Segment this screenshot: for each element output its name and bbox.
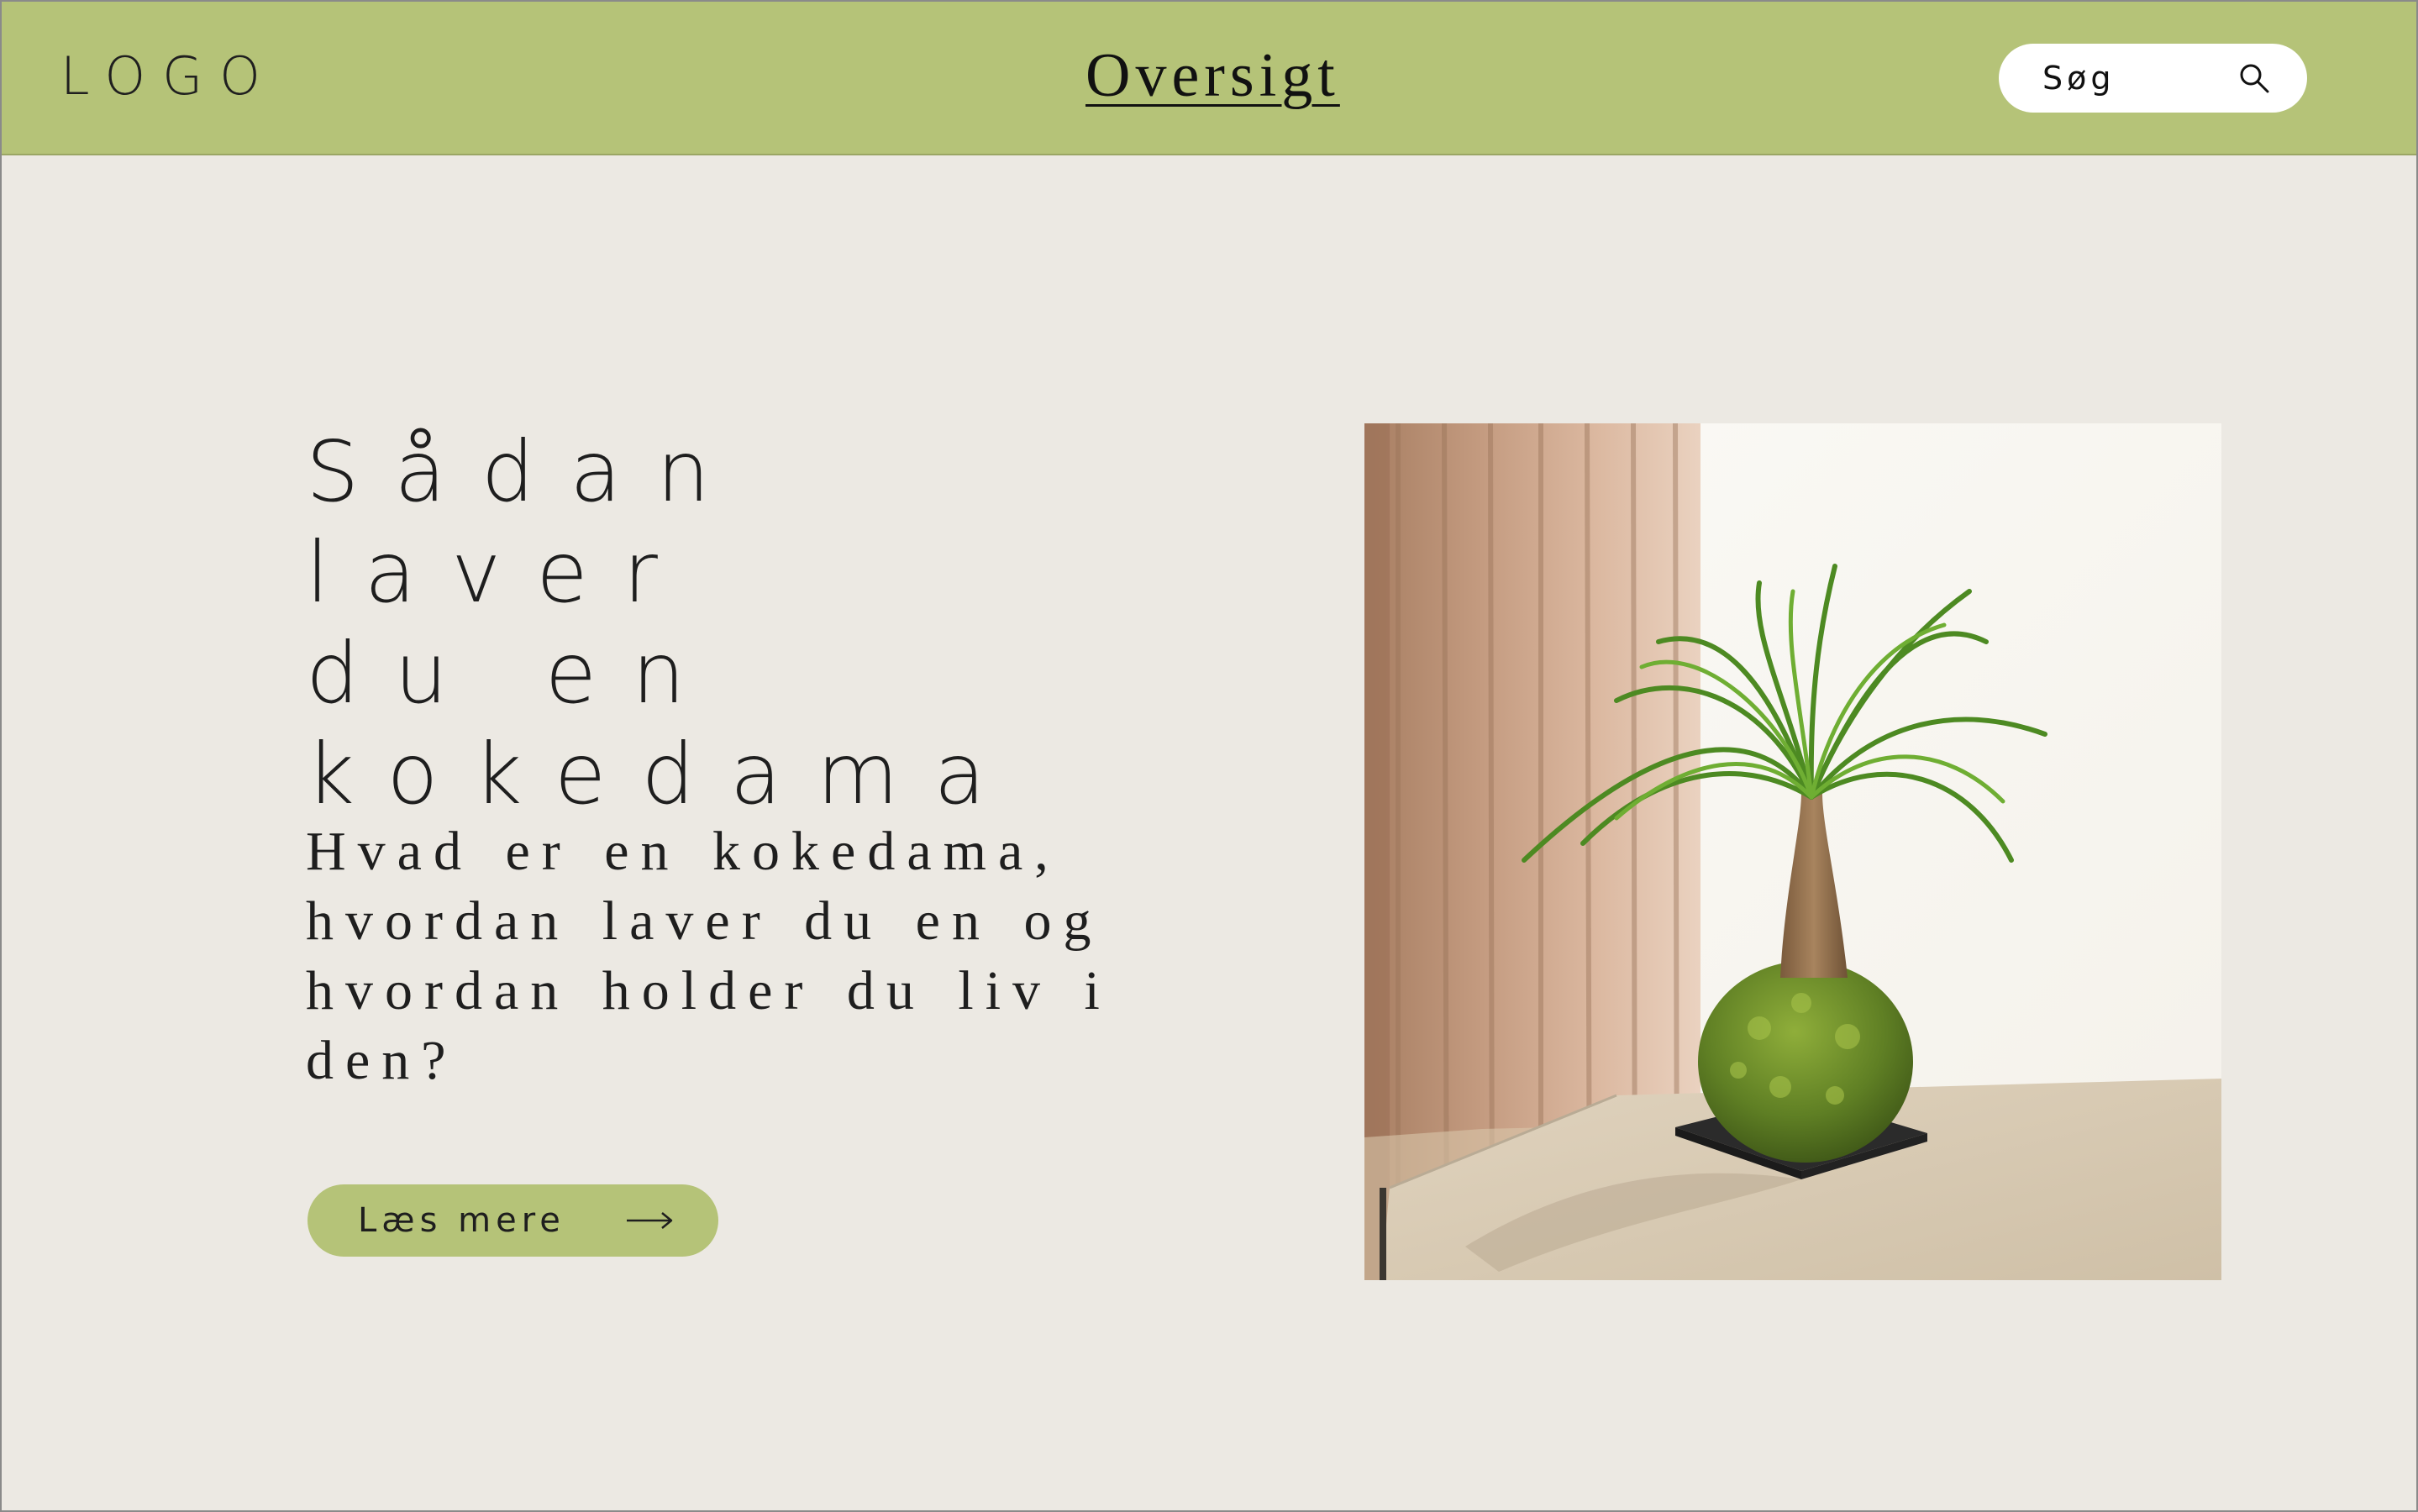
headline-line: du en <box>306 624 721 722</box>
read-more-button[interactable]: Læs mere <box>308 1184 718 1257</box>
read-more-label: Læs mere <box>358 1201 565 1240</box>
search-input[interactable] <box>2042 60 2227 97</box>
kokedama-photo <box>1364 423 2221 1280</box>
top-navigation-bar: LOGO Oversigt <box>2 2 2416 155</box>
nav-link-oversigt[interactable]: Oversigt <box>1085 40 1340 112</box>
subtext-line: Hvad er en kokedama, <box>306 821 1060 882</box>
headline-line: Sådan laver <box>306 423 745 622</box>
search-icon[interactable] <box>2238 62 2270 94</box>
subtext-line: den? <box>306 1030 458 1091</box>
hero-headline: Sådan laver du en kokedama <box>306 422 1146 825</box>
logo[interactable]: LOGO <box>60 45 277 107</box>
hero-subtext: Hvad er en kokedama, hvordan laver du en… <box>306 816 1213 1095</box>
arrow-right-icon <box>627 1212 673 1229</box>
subtext-line: hvordan laver du en og <box>306 890 1103 952</box>
headline-line: kokedama <box>306 725 1021 823</box>
page: LOGO Oversigt Sådan laver du en kokedama… <box>0 0 2418 1512</box>
subtext-line: hvordan holder du liv i <box>306 960 1112 1021</box>
search-box[interactable] <box>1999 44 2307 113</box>
